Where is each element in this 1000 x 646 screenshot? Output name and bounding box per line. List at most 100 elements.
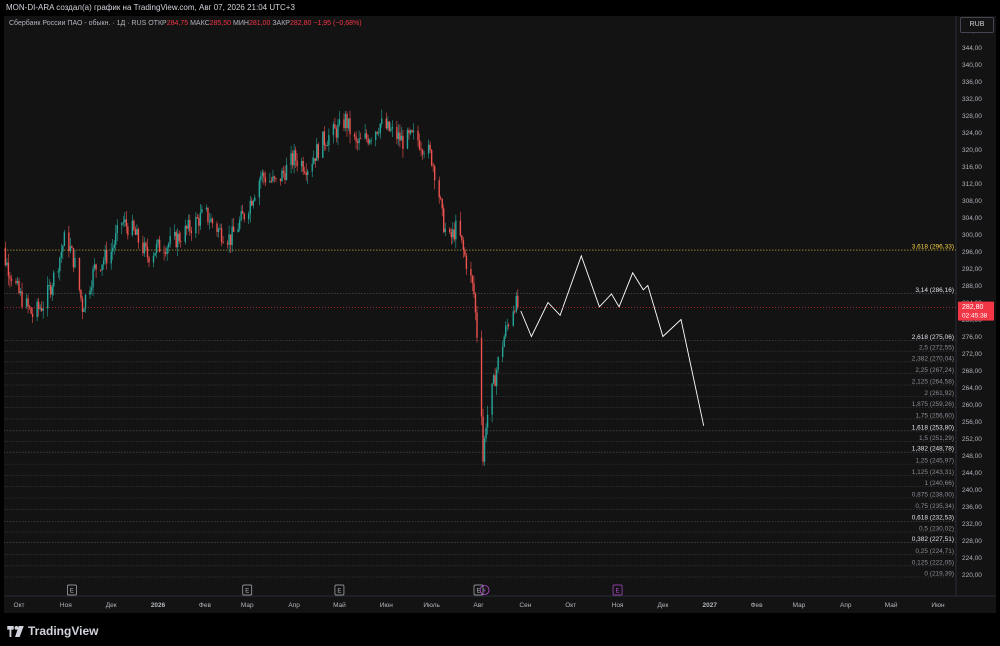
candle-body: [195, 217, 197, 234]
tradingview-logo[interactable]: TradingView: [7, 624, 98, 638]
price-tick-label: 296,00: [962, 249, 982, 256]
candle-body: [438, 180, 440, 198]
price-tick-label: 312,00: [962, 181, 982, 188]
candle-body: [63, 232, 66, 247]
price-tick-label: 236,00: [962, 504, 982, 511]
candle-body: [293, 150, 295, 166]
candle-body: [228, 234, 230, 245]
candle-body: [508, 325, 510, 326]
candle-body: [483, 438, 486, 462]
candle-body: [450, 232, 452, 238]
candle-body: [465, 255, 468, 270]
candle-body: [154, 252, 156, 256]
candle-body: [491, 383, 493, 415]
earnings-event-label: E: [245, 589, 249, 595]
time-tick-label: Июн: [931, 602, 945, 609]
candle-body: [470, 269, 472, 276]
price-tick-label: 300,00: [962, 232, 982, 239]
candle-body: [163, 252, 165, 253]
candle-body: [302, 160, 304, 172]
fib-level-label: 0,125 (222,05): [912, 559, 954, 566]
candle-body: [432, 165, 434, 167]
chart-canvas[interactable]: 3,618 (296,33) 3,14 (286,16) 2,618 (275,06…: [4, 16, 996, 613]
candle-body: [231, 226, 233, 246]
candle-body: [388, 121, 391, 131]
candle-body: [83, 308, 85, 312]
candle-body: [178, 233, 180, 241]
candle-body: [455, 220, 457, 240]
candle-body: [261, 172, 264, 176]
fib-level-label: 1,875 (259,26): [912, 401, 954, 408]
candle-body: [127, 226, 129, 236]
chart-title: MON-DI-ARA создал(а) график на TradingVi…: [6, 3, 295, 12]
price-tick-label: 328,00: [962, 113, 982, 120]
candle-body: [71, 246, 73, 249]
candle-body: [21, 291, 23, 307]
price-tick-label: 248,00: [962, 453, 982, 460]
candle-body: [121, 222, 123, 226]
candle-body: [334, 124, 336, 129]
candle-body: [512, 311, 514, 326]
candle-body: [187, 220, 189, 229]
chart-area[interactable]: 3,618 (296,33) 3,14 (286,16) 2,618 (275,06…: [4, 16, 996, 613]
candle-body: [506, 325, 508, 327]
candle-body: [411, 130, 413, 133]
candle-body: [18, 280, 20, 294]
candle-body: [474, 293, 477, 313]
fib-level-label: 0 (219,39): [924, 571, 954, 578]
candle-body: [240, 211, 242, 221]
candle-body: [258, 180, 261, 198]
candle-body: [31, 313, 34, 317]
fib-level-label: 0,618 (232,53): [912, 515, 954, 522]
candle-body: [39, 308, 41, 310]
candle-body: [440, 197, 442, 200]
legend-open-label: ОТКР: [148, 20, 167, 27]
candle-body: [429, 144, 431, 151]
candle-body: [36, 301, 38, 317]
candle-body: [284, 172, 286, 180]
candle-body: [375, 131, 377, 140]
legend-low-value: 281,00: [248, 20, 271, 27]
candle-body: [505, 326, 507, 337]
price-tick-label: 340,00: [962, 62, 982, 69]
candle-body: [471, 275, 474, 284]
price-tick-label: 292,00: [962, 266, 982, 273]
candle-body: [492, 375, 495, 384]
candle-body: [459, 220, 462, 236]
candle-body: [338, 119, 341, 125]
candle-body: [28, 306, 31, 308]
candle-body: [137, 229, 140, 243]
currency-button[interactable]: RUB: [960, 17, 994, 33]
time-tick-label: Апр: [288, 602, 300, 609]
candle-body: [486, 414, 489, 428]
candle-body: [57, 271, 59, 273]
candle-body: [60, 251, 63, 258]
candle-body: [242, 211, 244, 214]
candle-body: [207, 207, 209, 222]
candle-body: [10, 278, 13, 282]
candle-body: [263, 172, 265, 178]
candle-body: [270, 180, 273, 182]
legend-symbol[interactable]: Сбербанк России ПАО - обыкн. · 1Д · RUS: [9, 20, 146, 27]
candle-body: [314, 158, 316, 161]
candle-body: [122, 221, 124, 223]
price-tick-label: 320,00: [962, 147, 982, 154]
fib-level-label: 3,618 (296,33): [912, 244, 954, 251]
price-tick-label: 220,00: [962, 572, 982, 579]
price-tick-label: 324,00: [962, 130, 982, 137]
candle-body: [167, 244, 170, 248]
candle-body: [427, 144, 430, 154]
candle-body: [155, 243, 158, 253]
candle-body: [237, 228, 239, 232]
price-tick-label: 244,00: [962, 470, 982, 477]
candle-body: [220, 228, 223, 242]
chart-header: MON-DI-ARA создал(а) график на TradingVi…: [0, 0, 1000, 16]
candle-body: [146, 246, 149, 258]
projection-path[interactable]: [520, 254, 705, 426]
candle-body: [99, 269, 102, 271]
time-tick-label: Ноя: [60, 602, 72, 609]
candle-body: [290, 153, 292, 165]
legend-high-label: МАКС: [190, 20, 210, 27]
legend-low-label: МИН: [233, 20, 249, 27]
fib-level-label: 0,75 (235,34): [915, 503, 954, 510]
